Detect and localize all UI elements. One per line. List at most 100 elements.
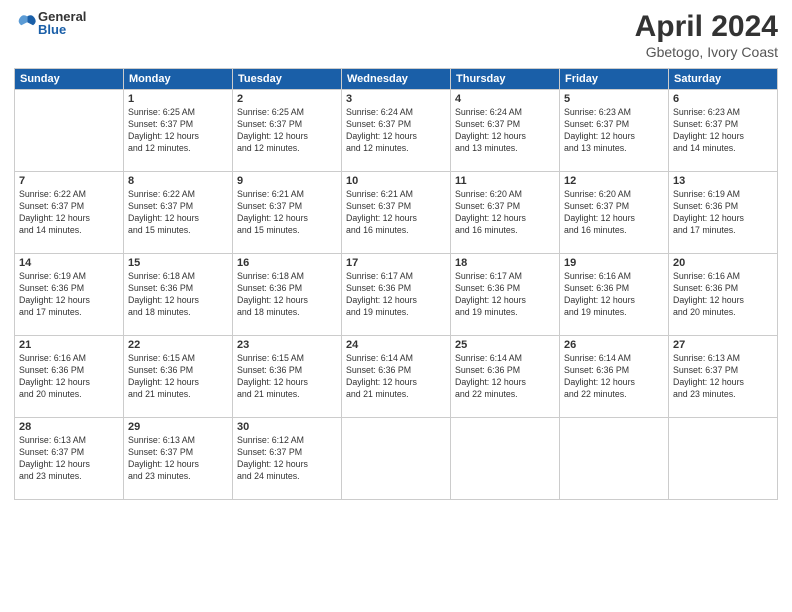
day-info: Sunrise: 6:25 AM Sunset: 6:37 PM Dayligh… — [128, 107, 228, 155]
page: General Blue April 2024 Gbetogo, Ivory C… — [0, 0, 792, 612]
calendar-cell: 12 Sunrise: 6:20 AM Sunset: 6:37 PM Dayli… — [560, 172, 669, 254]
day-number: 1 — [128, 93, 228, 105]
day-info: Sunrise: 6:15 AM Sunset: 6:36 PM Dayligh… — [237, 353, 337, 401]
title-location: Gbetogo, Ivory Coast — [635, 44, 778, 60]
day-number: 28 — [19, 421, 119, 433]
day-number: 21 — [19, 339, 119, 351]
day-info: Sunrise: 6:16 AM Sunset: 6:36 PM Dayligh… — [564, 271, 664, 319]
calendar-cell: 19Sunrise: 6:16 AM Sunset: 6:36 PM Dayli… — [560, 254, 669, 336]
col-friday: Friday — [560, 69, 669, 90]
day-info: Sunrise: 6:22 AM Sunset: 6:37 PM Dayligh… — [19, 189, 119, 237]
day-number: 12 — [564, 175, 664, 187]
logo-icon — [14, 12, 36, 34]
calendar-cell — [451, 418, 560, 500]
col-thursday: Thursday — [451, 69, 560, 90]
day-number: 14 — [19, 257, 119, 269]
day-number: 6 — [673, 93, 773, 105]
day-number: 30 — [237, 421, 337, 433]
day-info: Sunrise: 6:25 AM Sunset: 6:37 PM Dayligh… — [237, 107, 337, 155]
week-row-1: 1 Sunrise: 6:25 AM Sunset: 6:37 PM Daylig… — [15, 90, 778, 172]
day-info: Sunrise: 6:16 AM Sunset: 6:36 PM Dayligh… — [19, 353, 119, 401]
calendar-cell: 15Sunrise: 6:18 AM Sunset: 6:36 PM Dayli… — [124, 254, 233, 336]
day-number: 27 — [673, 339, 773, 351]
day-number: 26 — [564, 339, 664, 351]
col-sunday: Sunday — [15, 69, 124, 90]
calendar-cell: 24 Sunrise: 6:14 AM Sunset: 6:36 PM Dayli… — [342, 336, 451, 418]
calendar-cell: 6 Sunrise: 6:23 AM Sunset: 6:37 PM Daylig… — [669, 90, 778, 172]
day-info: Sunrise: 6:24 AM Sunset: 6:37 PM Dayligh… — [455, 107, 555, 155]
logo-text: General Blue — [38, 10, 86, 36]
day-info: Sunrise: 6:23 AM Sunset: 6:37 PM Dayligh… — [673, 107, 773, 155]
day-number: 16 — [237, 257, 337, 269]
calendar-cell: 20 Sunrise: 6:16 AM Sunset: 6:36 PM Dayli… — [669, 254, 778, 336]
col-wednesday: Wednesday — [342, 69, 451, 90]
col-saturday: Saturday — [669, 69, 778, 90]
day-info: Sunrise: 6:12 AM Sunset: 6:37 PM Dayligh… — [237, 435, 337, 483]
day-info: Sunrise: 6:21 AM Sunset: 6:37 PM Dayligh… — [237, 189, 337, 237]
calendar-cell: 27Sunrise: 6:13 AM Sunset: 6:37 PM Dayli… — [669, 336, 778, 418]
title-month: April 2024 — [635, 10, 778, 44]
week-row-2: 7 Sunrise: 6:22 AM Sunset: 6:37 PM Daylig… — [15, 172, 778, 254]
day-info: Sunrise: 6:23 AM Sunset: 6:37 PM Dayligh… — [564, 107, 664, 155]
day-number: 7 — [19, 175, 119, 187]
header: General Blue April 2024 Gbetogo, Ivory C… — [14, 10, 778, 60]
calendar-cell: 21 Sunrise: 6:16 AM Sunset: 6:36 PM Dayli… — [15, 336, 124, 418]
day-info: Sunrise: 6:17 AM Sunset: 6:36 PM Dayligh… — [346, 271, 446, 319]
week-row-4: 21 Sunrise: 6:16 AM Sunset: 6:36 PM Dayli… — [15, 336, 778, 418]
day-number: 25 — [455, 339, 555, 351]
day-info: Sunrise: 6:20 AM Sunset: 6:37 PM Dayligh… — [564, 189, 664, 237]
day-number: 17 — [346, 257, 446, 269]
calendar-cell: 17 Sunrise: 6:17 AM Sunset: 6:36 PM Dayli… — [342, 254, 451, 336]
calendar-header-row: Sunday Monday Tuesday Wednesday Thursday… — [15, 69, 778, 90]
calendar-cell: 1 Sunrise: 6:25 AM Sunset: 6:37 PM Daylig… — [124, 90, 233, 172]
col-monday: Monday — [124, 69, 233, 90]
day-info: Sunrise: 6:24 AM Sunset: 6:37 PM Dayligh… — [346, 107, 446, 155]
calendar-cell: 22 Sunrise: 6:15 AM Sunset: 6:36 PM Dayli… — [124, 336, 233, 418]
day-number: 2 — [237, 93, 337, 105]
week-row-3: 14 Sunrise: 6:19 AM Sunset: 6:36 PM Dayli… — [15, 254, 778, 336]
day-info: Sunrise: 6:18 AM Sunset: 6:36 PM Dayligh… — [128, 271, 228, 319]
calendar-cell: 2 Sunrise: 6:25 AM Sunset: 6:37 PM Daylig… — [233, 90, 342, 172]
day-number: 18 — [455, 257, 555, 269]
calendar-cell: 18Sunrise: 6:17 AM Sunset: 6:36 PM Dayli… — [451, 254, 560, 336]
week-row-5: 28 Sunrise: 6:13 AM Sunset: 6:37 PM Dayli… — [15, 418, 778, 500]
calendar-cell: 16 Sunrise: 6:18 AM Sunset: 6:36 PM Dayli… — [233, 254, 342, 336]
calendar-cell: 29Sunrise: 6:13 AM Sunset: 6:37 PM Dayli… — [124, 418, 233, 500]
calendar-cell: 23 Sunrise: 6:15 AM Sunset: 6:36 PM Dayli… — [233, 336, 342, 418]
calendar-cell: 14 Sunrise: 6:19 AM Sunset: 6:36 PM Dayli… — [15, 254, 124, 336]
col-tuesday: Tuesday — [233, 69, 342, 90]
day-number: 10 — [346, 175, 446, 187]
day-info: Sunrise: 6:14 AM Sunset: 6:36 PM Dayligh… — [564, 353, 664, 401]
calendar-cell — [342, 418, 451, 500]
day-number: 5 — [564, 93, 664, 105]
day-info: Sunrise: 6:13 AM Sunset: 6:37 PM Dayligh… — [19, 435, 119, 483]
calendar-cell — [15, 90, 124, 172]
day-info: Sunrise: 6:15 AM Sunset: 6:36 PM Dayligh… — [128, 353, 228, 401]
day-number: 11 — [455, 175, 555, 187]
day-number: 22 — [128, 339, 228, 351]
day-info: Sunrise: 6:21 AM Sunset: 6:37 PM Dayligh… — [346, 189, 446, 237]
day-info: Sunrise: 6:19 AM Sunset: 6:36 PM Dayligh… — [19, 271, 119, 319]
day-info: Sunrise: 6:22 AM Sunset: 6:37 PM Dayligh… — [128, 189, 228, 237]
day-number: 9 — [237, 175, 337, 187]
day-info: Sunrise: 6:19 AM Sunset: 6:36 PM Dayligh… — [673, 189, 773, 237]
calendar-cell: 25 Sunrise: 6:14 AM Sunset: 6:36 PM Dayli… — [451, 336, 560, 418]
day-number: 24 — [346, 339, 446, 351]
day-info: Sunrise: 6:16 AM Sunset: 6:36 PM Dayligh… — [673, 271, 773, 319]
day-number: 20 — [673, 257, 773, 269]
calendar-cell: 30 Sunrise: 6:12 AM Sunset: 6:37 PM Dayli… — [233, 418, 342, 500]
calendar-cell: 26 Sunrise: 6:14 AM Sunset: 6:36 PM Dayli… — [560, 336, 669, 418]
calendar-cell — [560, 418, 669, 500]
logo: General Blue — [14, 10, 86, 36]
calendar-cell: 28 Sunrise: 6:13 AM Sunset: 6:37 PM Dayli… — [15, 418, 124, 500]
calendar-cell — [669, 418, 778, 500]
calendar-cell: 5 Sunrise: 6:23 AM Sunset: 6:37 PM Daylig… — [560, 90, 669, 172]
day-number: 3 — [346, 93, 446, 105]
logo-blue-text: Blue — [38, 23, 86, 36]
day-info: Sunrise: 6:14 AM Sunset: 6:36 PM Dayligh… — [455, 353, 555, 401]
day-number: 23 — [237, 339, 337, 351]
day-info: Sunrise: 6:13 AM Sunset: 6:37 PM Dayligh… — [128, 435, 228, 483]
day-number: 13 — [673, 175, 773, 187]
day-info: Sunrise: 6:14 AM Sunset: 6:36 PM Dayligh… — [346, 353, 446, 401]
day-info: Sunrise: 6:18 AM Sunset: 6:36 PM Dayligh… — [237, 271, 337, 319]
